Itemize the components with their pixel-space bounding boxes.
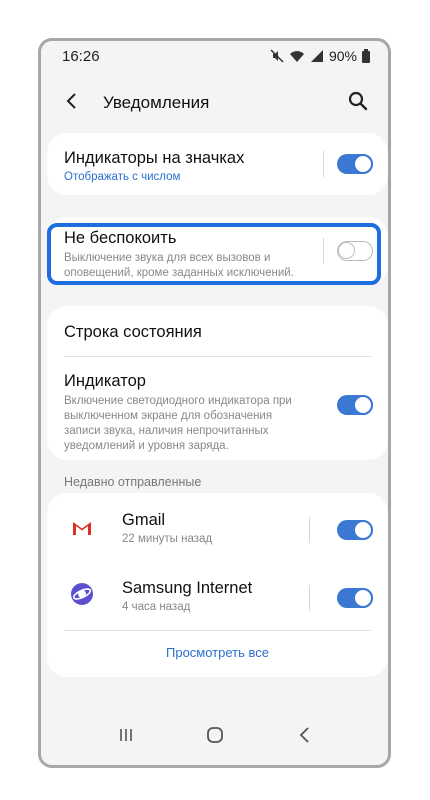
app-bar: Уведомления [41, 71, 388, 135]
indicator-toggle[interactable] [337, 395, 373, 415]
toggle-knob [353, 395, 373, 415]
phone-frame: 16:26 90% Уведомления Индикаторы на знач… [38, 38, 391, 768]
toggle-knob [353, 588, 373, 608]
status-bar-row[interactable]: Строка состояния [47, 306, 388, 356]
app-row-gmail[interactable]: Gmail 22 минуты назад [47, 493, 388, 561]
back-icon [298, 726, 310, 749]
samsung-internet-toggle[interactable] [337, 588, 373, 608]
status-icons: 90% [270, 48, 370, 64]
dnd-subtitle-line2: оповещений, кроме заданных исключений. [64, 267, 294, 279]
app-time: 22 минуты назад [122, 533, 213, 545]
dnd-card: Не беспокоить Выключение звука для всех … [47, 217, 388, 285]
dnd-row[interactable]: Не беспокоить Выключение звука для всех … [47, 217, 388, 285]
row-divider [64, 630, 371, 631]
dnd-toggle[interactable] [337, 241, 373, 261]
see-all-link[interactable]: Просмотреть все [47, 645, 388, 660]
badges-divider [323, 151, 324, 177]
back-button[interactable] [59, 91, 83, 115]
app-divider [309, 585, 310, 611]
indicator-subtitle-line1: Включение светодиодного индикатора при [64, 395, 292, 407]
home-icon [206, 726, 224, 749]
status-indicator-card: Строка состояния Индикатор Включение све… [47, 306, 388, 460]
badges-subtitle: Отображать с числом [64, 171, 181, 183]
battery-icon [362, 49, 370, 63]
status-bar-row-title: Строка состояния [64, 323, 202, 341]
gmail-icon [71, 517, 93, 539]
recents-icon [118, 727, 134, 748]
badges-card: Индикаторы на значках Отображать с число… [47, 133, 388, 195]
indicator-subtitle-line3: записи звука, наличия непрочитанных [64, 425, 269, 437]
status-time: 16:26 [62, 47, 100, 65]
nav-bar [41, 709, 388, 765]
badges-title: Индикаторы на значках [64, 149, 245, 167]
samsung-internet-icon [71, 583, 93, 605]
nav-back-button[interactable] [289, 722, 319, 752]
dnd-title: Не беспокоить [64, 229, 177, 247]
indicator-subtitle-line2: выключенном экране для обозначения [64, 410, 273, 422]
app-row-samsung-internet[interactable]: Samsung Internet 4 часа назад [47, 561, 388, 629]
search-icon [348, 91, 368, 116]
toggle-knob [353, 154, 373, 174]
wifi-icon [289, 49, 305, 63]
page-title: Уведомления [103, 93, 210, 112]
gmail-toggle[interactable] [337, 520, 373, 540]
toggle-knob [353, 520, 373, 540]
app-name: Gmail [122, 511, 166, 529]
search-button[interactable] [346, 91, 370, 115]
app-divider [309, 517, 310, 543]
toggle-knob [338, 242, 355, 259]
app-time: 4 часа назад [122, 601, 191, 613]
recent-section-label: Недавно отправленные [64, 475, 202, 489]
indicator-title: Индикатор [64, 372, 146, 390]
indicator-subtitle-line4: уведомлений и уровня заряда. [64, 440, 229, 452]
badges-toggle[interactable] [337, 154, 373, 174]
mute-icon [270, 49, 284, 63]
dnd-divider [323, 238, 324, 264]
battery-percent: 90% [328, 48, 357, 64]
signal-icon [310, 49, 324, 63]
app-name: Samsung Internet [122, 579, 253, 597]
badges-row[interactable]: Индикаторы на значках Отображать с число… [47, 133, 388, 195]
indicator-row[interactable]: Индикатор Включение светодиодного индика… [47, 356, 388, 460]
status-bar: 16:26 90% [41, 41, 388, 71]
chevron-left-icon [65, 92, 77, 115]
recents-button[interactable] [111, 722, 141, 752]
home-button[interactable] [200, 722, 230, 752]
dnd-subtitle-line1: Выключение звука для всех вызовов и [64, 252, 271, 264]
recent-apps-card: Gmail 22 минуты назад Samsung Internet 4… [47, 493, 388, 677]
